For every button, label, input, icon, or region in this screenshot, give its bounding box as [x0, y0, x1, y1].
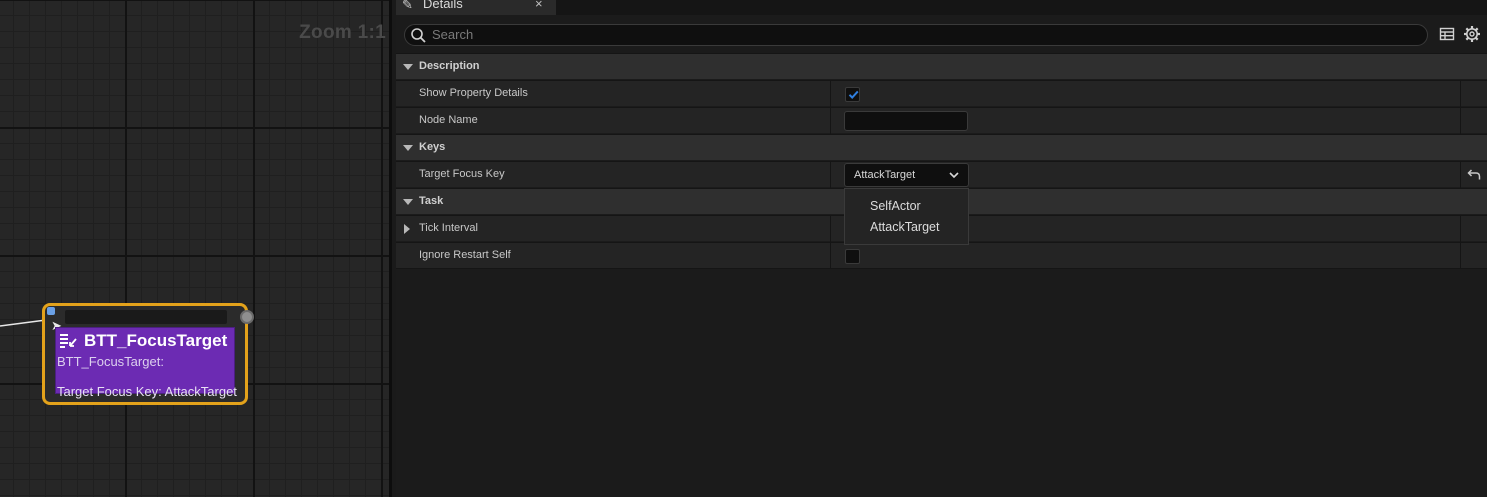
task-node[interactable]: ➤ BTT_FocusTarget BTT_FocusTarget: Targe…	[42, 303, 254, 405]
node-name-field[interactable]	[844, 111, 968, 131]
expand-arrow-icon[interactable]	[403, 145, 413, 151]
category-label: Task	[419, 195, 444, 207]
expand-arrow-icon[interactable]	[403, 64, 413, 70]
checkmark-icon	[848, 90, 859, 99]
search-icon	[411, 28, 426, 43]
expand-arrow-icon[interactable]	[403, 199, 413, 205]
combo-value: AttackTarget	[854, 169, 916, 181]
column-divider	[1460, 162, 1461, 188]
tab-details[interactable]: ✎ Details ×	[396, 0, 556, 15]
column-divider[interactable]	[830, 108, 831, 134]
category-label: Keys	[419, 141, 446, 153]
column-divider	[1460, 81, 1461, 107]
property-label: Tick Interval	[419, 222, 478, 234]
task-list-icon	[60, 334, 77, 348]
node-description: Target Focus Key: AttackTarget	[57, 384, 237, 399]
tab-strip	[556, 0, 1487, 15]
property-row-target-focus-key: Target Focus Key AttackTarget	[396, 161, 1487, 188]
gear-icon[interactable]	[1463, 25, 1481, 43]
show-property-details-checkbox[interactable]	[845, 87, 860, 102]
property-label: Ignore Restart Self	[419, 249, 511, 261]
grid-icon[interactable]	[1439, 26, 1455, 42]
category-description[interactable]: Description	[396, 53, 1487, 79]
connection-wire	[0, 319, 47, 327]
close-icon[interactable]: ×	[535, 0, 543, 11]
target-focus-key-combo[interactable]: AttackTarget	[844, 163, 969, 187]
target-focus-key-dropdown: SelfActor AttackTarget	[844, 188, 969, 245]
property-row-show-property-details: Show Property Details	[396, 80, 1487, 107]
tab-label: Details	[423, 0, 463, 11]
search-input[interactable]	[432, 26, 1412, 43]
input-pin[interactable]	[47, 307, 55, 315]
column-divider	[1460, 216, 1461, 242]
column-divider	[1460, 108, 1461, 134]
output-pin[interactable]	[240, 310, 254, 324]
category-label: Description	[419, 60, 480, 72]
node-header-bar	[65, 310, 227, 324]
column-divider[interactable]	[830, 81, 831, 107]
node-subtitle: BTT_FocusTarget:	[57, 354, 164, 369]
dropdown-option-selfactor[interactable]: SelfActor	[870, 199, 921, 213]
property-label: Show Property Details	[419, 87, 528, 99]
panel-splitter[interactable]	[389, 0, 392, 497]
property-label: Target Focus Key	[419, 168, 505, 180]
property-label: Node Name	[419, 114, 478, 126]
property-row-ignore-restart-self: Ignore Restart Self	[396, 242, 1487, 269]
search-box[interactable]	[404, 24, 1428, 46]
dropdown-option-attacktarget[interactable]: AttackTarget	[870, 220, 939, 234]
node-body: BTT_FocusTarget BTT_FocusTarget: Target …	[55, 327, 237, 399]
column-divider[interactable]	[830, 216, 831, 242]
property-row-node-name: Node Name	[396, 107, 1487, 134]
behavior-tree-graph[interactable]: Zoom 1:1 ➤ BTT_FocusTarget BTT_FocusTarg…	[0, 0, 392, 497]
chevron-down-icon	[949, 172, 959, 179]
column-divider	[1460, 243, 1461, 269]
category-keys[interactable]: Keys	[396, 134, 1487, 160]
reset-to-default-icon[interactable]	[1467, 168, 1481, 181]
column-divider[interactable]	[830, 162, 831, 188]
pencil-icon: ✎	[402, 0, 413, 12]
zoom-label: Zoom 1:1	[299, 22, 386, 43]
details-panel: ✎ Details × Description Show Property De…	[396, 0, 1487, 497]
ignore-restart-self-checkbox[interactable]	[845, 249, 860, 264]
expand-arrow-icon[interactable]	[404, 224, 410, 234]
column-divider[interactable]	[830, 243, 831, 269]
node-title: BTT_FocusTarget	[84, 331, 228, 350]
